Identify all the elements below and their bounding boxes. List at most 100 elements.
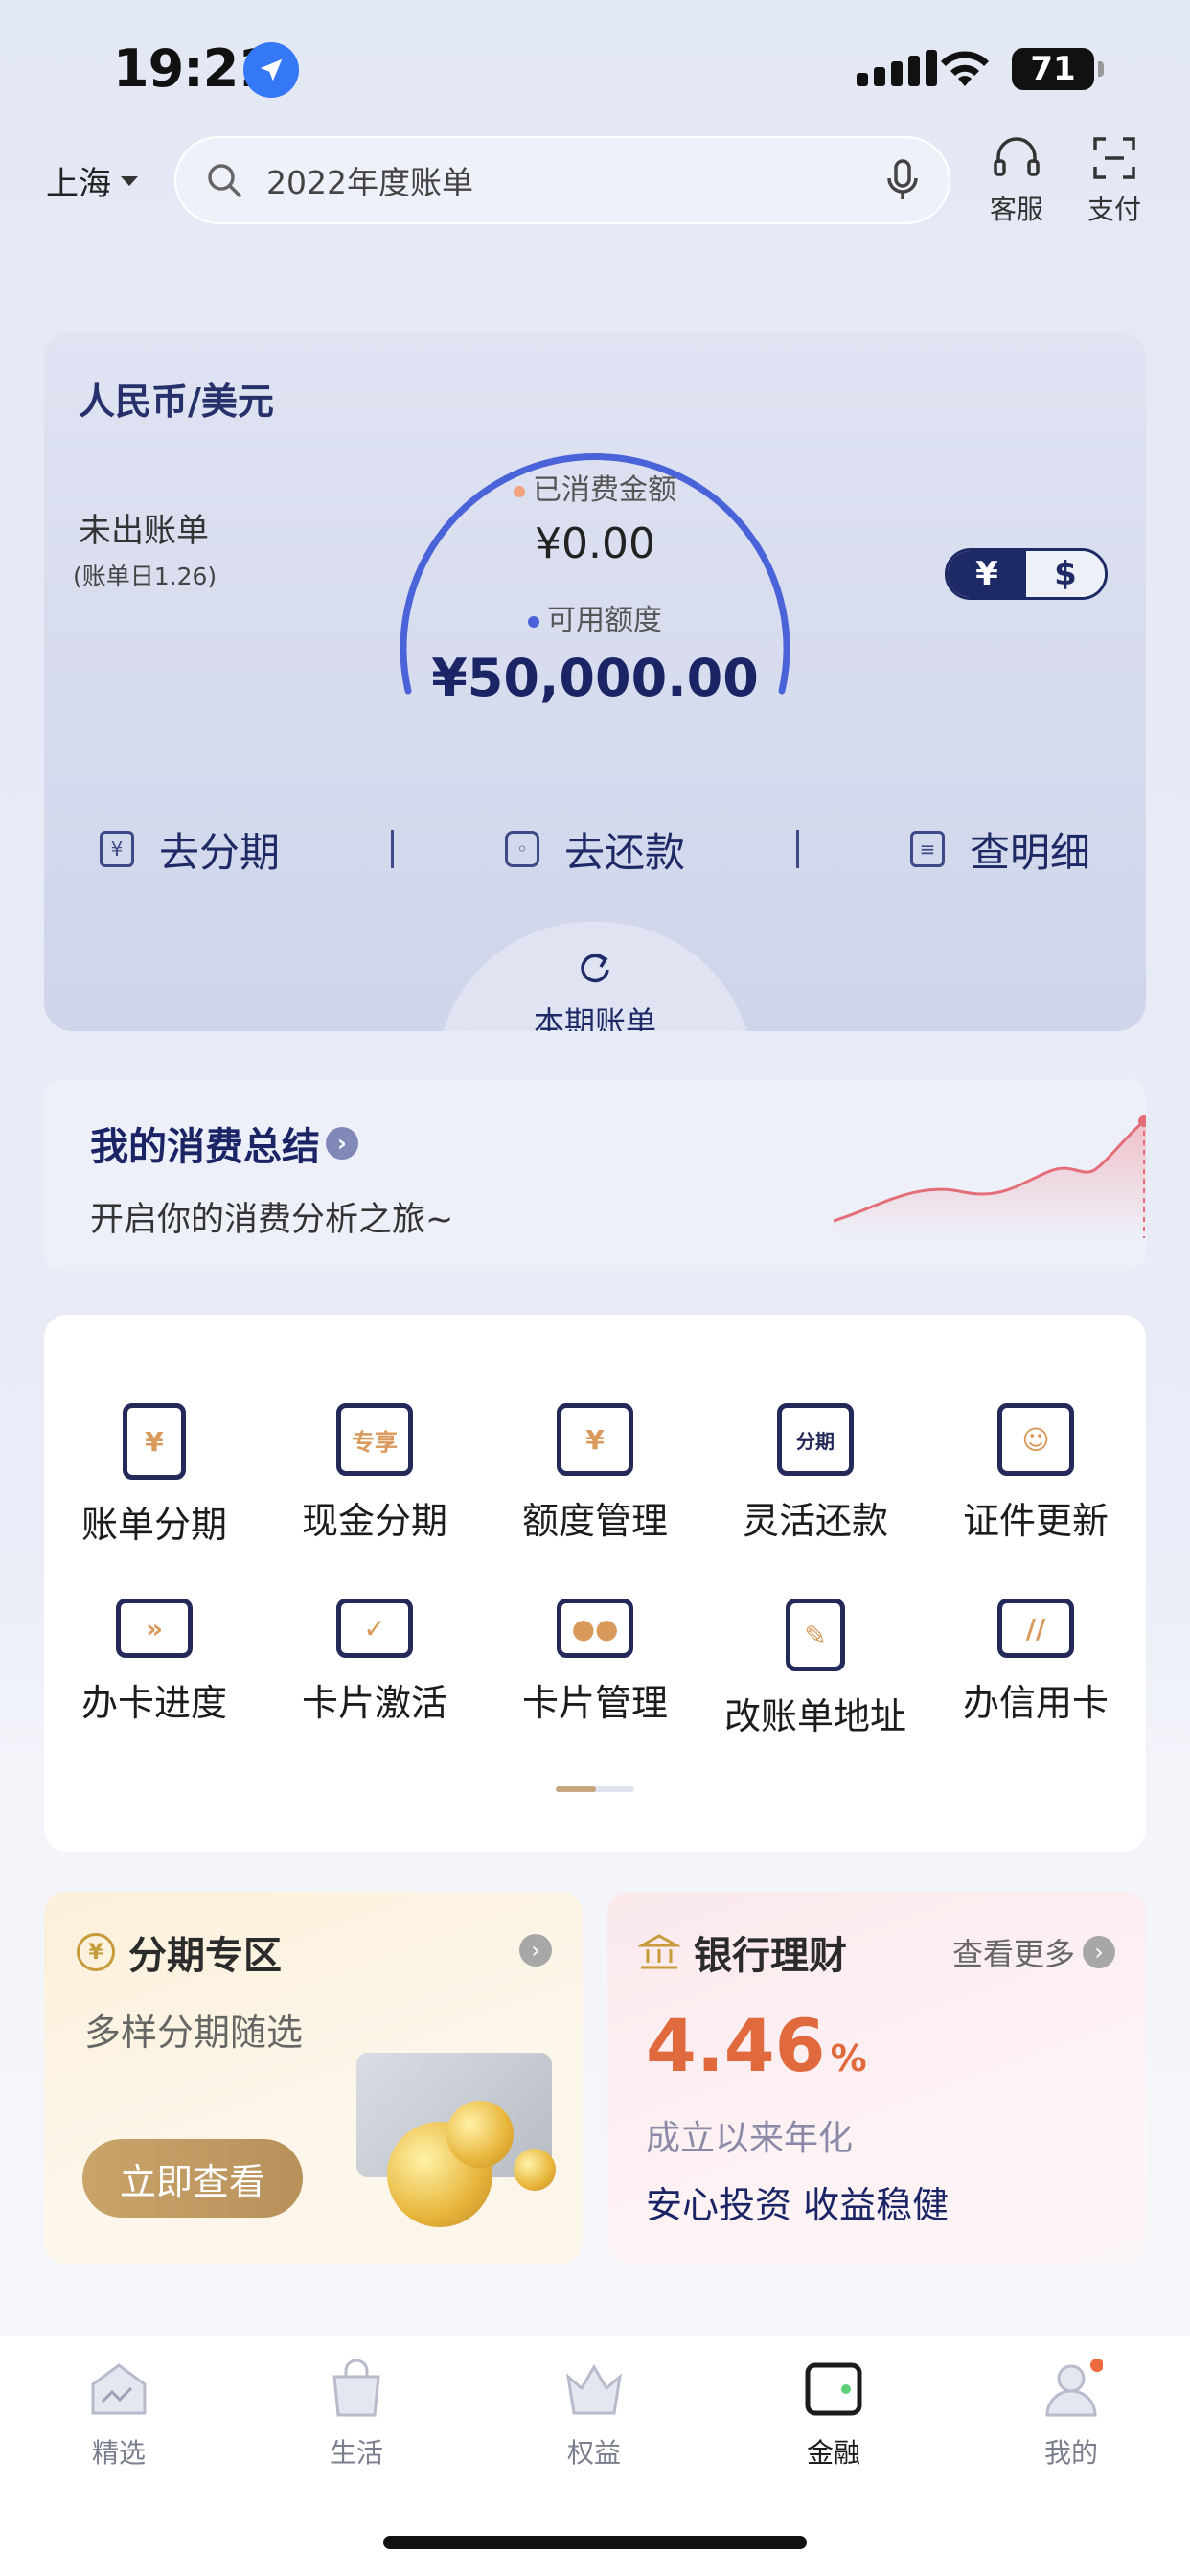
grid-item-card-activate[interactable]: ✓ 卡片激活	[264, 1598, 485, 1726]
summary-title: 我的消费总结	[90, 1125, 320, 1169]
installment-zone-subtitle: 多样分期随选	[84, 2012, 304, 2054]
scan-icon	[1093, 137, 1135, 179]
tab-label: 权益	[566, 2437, 621, 2469]
headset-icon	[994, 137, 1040, 176]
repay-button[interactable]: ◦ 去还款	[504, 820, 685, 879]
refresh-icon	[581, 953, 609, 983]
wealth-title-row: 银行理财	[638, 1924, 847, 1980]
current-bill-tab[interactable]: 本期账单	[437, 922, 753, 1031]
installment-zone-card[interactable]: ¥ 分期专区 › 多样分期随选 立即查看	[44, 1892, 583, 2264]
wealth-tagline: 安心投资 收益稳健	[646, 2184, 950, 2226]
caret-down-icon	[121, 175, 138, 186]
search-input[interactable]: 2022年度账单	[266, 157, 885, 203]
cash-installment-icon: 专享	[336, 1403, 413, 1476]
pay-label: 支付	[1087, 194, 1141, 225]
chevron-right-icon: ›	[326, 1127, 358, 1160]
tab-benefits[interactable]: 权益	[517, 2359, 671, 2471]
search-icon	[208, 164, 241, 197]
tab-finance[interactable]: 金融	[757, 2359, 910, 2471]
view-more-link[interactable]: 查看更多 ›	[952, 1930, 1116, 1974]
view-more-label: 查看更多	[952, 1936, 1076, 1972]
tab-label: 生活	[329, 2437, 383, 2469]
view-now-button[interactable]: 立即查看	[82, 2139, 303, 2218]
grid-item-label: 改账单地址	[723, 1695, 906, 1737]
grid-item-label: 现金分期	[301, 1500, 447, 1542]
card-activate-icon: ✓	[336, 1598, 413, 1658]
shopping-bag-icon	[332, 2358, 380, 2417]
credit-actions: ¥ 去分期 ◦ 去还款 ≡ 查明细	[44, 811, 1146, 887]
spending-trend-sparkline	[833, 1116, 1146, 1238]
chevron-right-icon[interactable]: ›	[519, 1934, 552, 1966]
city-selector[interactable]: 上海	[46, 157, 138, 204]
chevron-right-icon: ›	[1083, 1936, 1116, 1968]
grid-item-id-update[interactable]: ☺ 证件更新	[926, 1403, 1146, 1544]
spent-label-row: 已消费金额	[44, 466, 1146, 508]
battery-level: 71	[1030, 50, 1076, 88]
search-bar[interactable]: 2022年度账单	[174, 136, 950, 224]
grid-item-label: 办信用卡	[962, 1682, 1109, 1724]
grid-item-bill-installment[interactable]: ¥ 账单分期	[44, 1403, 264, 1548]
rmb-option[interactable]: ¥	[948, 551, 1026, 597]
tab-mine[interactable]: 我的	[995, 2358, 1148, 2471]
grid-item-label: 额度管理	[521, 1500, 668, 1542]
page-indicator	[556, 1786, 634, 1792]
grid-item-flexible-repay[interactable]: 分期 灵活还款	[705, 1403, 926, 1544]
grid-item-change-address[interactable]: ✎ 改账单地址	[705, 1598, 926, 1739]
grid-item-label: 卡片激活	[301, 1682, 447, 1724]
user-icon	[1045, 2358, 1104, 2417]
pay-button[interactable]: 支付	[1071, 134, 1157, 227]
flexible-repay-icon: 分期	[777, 1403, 854, 1476]
rate-unit: %	[830, 2037, 867, 2080]
details-label: 查明细	[969, 828, 1090, 876]
grid-item-apply-card[interactable]: // 办信用卡	[926, 1598, 1146, 1726]
grid-item-label: 账单分期	[80, 1504, 227, 1546]
currency-toggle[interactable]: ¥ $	[945, 548, 1108, 600]
city-label: 上海	[46, 165, 111, 203]
home-icon	[91, 2363, 147, 2415]
wallet-icon	[805, 2362, 862, 2416]
bill-installment-icon: ¥	[123, 1403, 186, 1480]
available-label-row: 可用额度	[44, 596, 1146, 638]
installment-zone-title: 分期专区	[128, 1934, 282, 1978]
wallet-icon: ◦	[504, 831, 539, 867]
gold-coin-image	[446, 2101, 514, 2168]
details-search-icon: ≡	[909, 831, 945, 867]
tab-label: 精选	[91, 2437, 146, 2469]
credit-overview-card: 人民币/美元 未出账单 (账单日1.26) 已消费金额 ¥0.00 可用额度 ¥…	[44, 332, 1146, 1031]
gold-coin-image	[514, 2149, 556, 2191]
installment-zone-title-row: ¥ 分期专区	[77, 1924, 282, 1980]
consumption-summary-card[interactable]: 我的消费总结 › 开启你的消费分析之旅~	[44, 1079, 1146, 1271]
tab-featured[interactable]: 精选	[42, 2359, 195, 2471]
function-grid: ¥ 账单分期 专享 现金分期 ¥ 额度管理 分期 灵活还款 ☺ 证件更新 » 办…	[44, 1315, 1146, 1852]
grid-item-limit-management[interactable]: ¥ 额度管理	[485, 1403, 705, 1544]
details-button[interactable]: ≡ 查明细	[909, 820, 1090, 879]
grid-item-card-progress[interactable]: » 办卡进度	[44, 1598, 264, 1726]
microphone-icon[interactable]	[885, 158, 920, 202]
location-arrow-icon	[243, 42, 299, 98]
available-dot-icon	[528, 615, 539, 628]
summary-subtitle: 开启你的消费分析之旅~	[90, 1201, 454, 1239]
repay-label: 去还款	[563, 828, 685, 876]
grid-item-cash-installment[interactable]: 专享 现金分期	[264, 1403, 485, 1544]
usd-option[interactable]: $	[1026, 551, 1105, 597]
grid-item-label: 卡片管理	[521, 1682, 668, 1724]
customer-service-label: 客服	[989, 194, 1043, 225]
installment-icon: ¥	[99, 831, 134, 867]
tab-life[interactable]: 生活	[280, 2358, 433, 2471]
wealth-management-card[interactable]: 银行理财 查看更多 › 4.46 % 成立以来年化 安心投资 收益稳健	[607, 1892, 1146, 2264]
available-amount: ¥50,000.00	[431, 648, 759, 708]
divider	[795, 830, 799, 868]
divider	[390, 830, 394, 868]
tab-label: 我的	[1043, 2437, 1098, 2469]
cellular-signal-icon	[857, 50, 937, 86]
home-indicator[interactable]	[383, 2536, 807, 2549]
grid-item-card-management[interactable]: ●● 卡片管理	[485, 1598, 705, 1726]
card-management-icon: ●●	[557, 1598, 633, 1658]
grid-item-label: 办卡进度	[80, 1682, 227, 1724]
installment-button[interactable]: ¥ 去分期	[99, 820, 280, 879]
grid-item-label: 证件更新	[962, 1500, 1109, 1542]
card-progress-icon: »	[116, 1598, 193, 1658]
currency-title: 人民币/美元	[79, 380, 274, 423]
customer-service-button[interactable]: 客服	[973, 134, 1060, 227]
spent-dot-icon	[514, 485, 525, 497]
